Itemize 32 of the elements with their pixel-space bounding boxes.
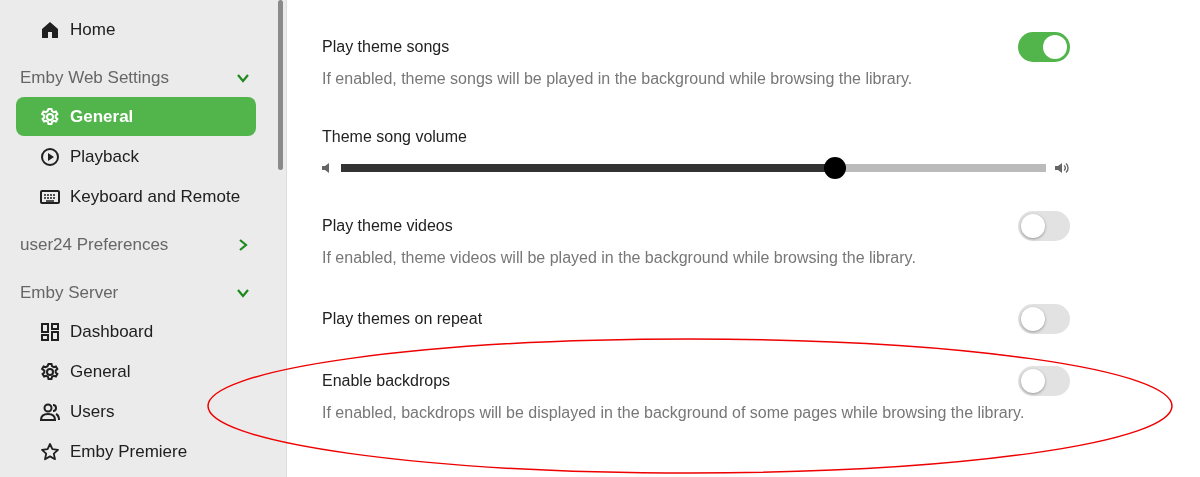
users-icon (40, 401, 60, 422)
star-icon (40, 441, 60, 462)
dashboard-icon (40, 321, 60, 342)
setting-title: Play theme songs (322, 37, 450, 57)
toggle-switch[interactable] (1018, 366, 1070, 396)
sidebar-item[interactable]: Dashboard (16, 312, 256, 351)
setting-title: Play theme videos (322, 216, 453, 236)
sidebar-item[interactable]: Emby Premiere (16, 432, 256, 471)
toggle-switch[interactable] (1018, 211, 1070, 241)
toggle-switch[interactable] (1018, 304, 1070, 334)
gear-icon (40, 361, 60, 382)
setting-description: If enabled, backdrops will be displayed in the background of some pages while browsing the library. (322, 403, 1026, 423)
setting-description: If enabled, theme songs will be played in the background while browsing the library. (322, 69, 914, 89)
setting-title: Enable backdrops (322, 371, 451, 391)
section-header[interactable]: Emby Server (20, 283, 119, 303)
setting-title: Theme song volume (322, 128, 467, 145)
volume-low-icon (322, 163, 329, 173)
sidebar-item[interactable]: Keyboard and Remote (16, 177, 256, 216)
volume-high-icon (1054, 160, 1070, 176)
sidebar-item[interactable]: Playback (16, 137, 256, 176)
play-icon (40, 146, 60, 167)
sidebar-item[interactable]: Users (16, 392, 256, 431)
scrollbar-thumb[interactable] (278, 0, 283, 170)
toggle-switch[interactable] (1018, 32, 1070, 62)
setting-description: If enabled, theme videos will be played in the background while browsing the library. (322, 248, 917, 268)
setting-title: Play themes on repeat (322, 309, 483, 329)
sidebar-item[interactable]: General (16, 352, 256, 391)
home-icon (40, 19, 60, 40)
section-header[interactable]: Emby Web Settings (20, 68, 169, 88)
section-header[interactable]: user24 Preferences (20, 235, 169, 255)
sidebar-item[interactable]: Home (16, 10, 256, 49)
gear-icon (40, 106, 60, 127)
